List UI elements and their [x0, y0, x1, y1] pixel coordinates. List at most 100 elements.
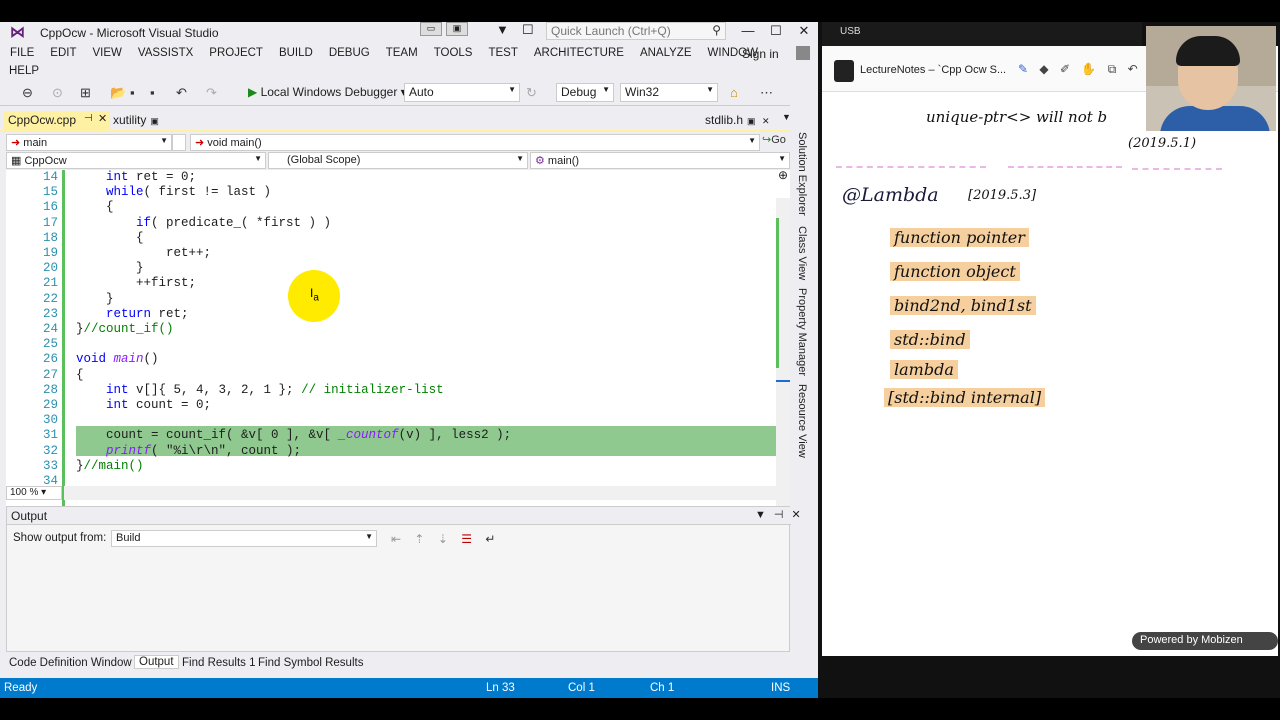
save-all-icon[interactable]: ▪ — [150, 85, 155, 100]
code-line: 23 return ret; — [6, 307, 776, 322]
filter-icon[interactable]: ▼ — [496, 22, 509, 37]
window-layout-icon[interactable]: ▭ — [420, 22, 442, 36]
tab-output[interactable]: Output — [134, 655, 179, 669]
menu-item-build[interactable]: BUILD — [279, 46, 313, 60]
project-dropdown[interactable]: ▦ CppOcw ▼ — [6, 152, 266, 169]
redo-icon[interactable]: ↷ — [206, 85, 217, 101]
editor-vertical-scrollbar[interactable] — [776, 198, 790, 506]
status-ready: Ready — [4, 682, 38, 694]
start-debugging-button[interactable]: ▶ Local Windows Debugger ▾ — [248, 85, 407, 99]
tab-xutility[interactable]: xutility ▣ — [113, 113, 159, 127]
toolbar-options-icon[interactable]: ⋯ — [760, 85, 773, 101]
tab-resource-view[interactable]: Resource View — [796, 384, 808, 458]
menu-item-edit[interactable]: EDIT — [50, 46, 76, 60]
editor-horizontal-scrollbar[interactable] — [64, 486, 776, 500]
close-tab-icon[interactable]: ✕ — [98, 112, 107, 125]
undo-icon[interactable]: ↶ — [176, 85, 187, 101]
member-dropdown[interactable]: ⚙ main() ▼ — [530, 152, 790, 169]
pin-icon[interactable]: ▣ — [150, 116, 159, 126]
code-editor[interactable]: 14 int ret = 0; 15 while( first != last )… — [6, 170, 790, 506]
new-project-icon[interactable]: ⊞ — [80, 85, 91, 101]
find-symbol-dropdown[interactable]: ➜ main ▼ — [6, 134, 172, 151]
tab-label: CppOcw.cpp — [8, 113, 77, 127]
menu-item-debug[interactable]: DEBUG — [329, 46, 370, 60]
find-split-button[interactable] — [172, 134, 186, 151]
marker-icon[interactable]: ✐ — [1060, 62, 1070, 76]
menu-item-view[interactable]: VIEW — [93, 46, 122, 60]
pen-icon[interactable]: ✎ — [1018, 62, 1028, 76]
save-icon[interactable]: ▪ — [130, 85, 135, 100]
sign-in-link[interactable]: Sign in — [742, 47, 779, 61]
menu-item-vassistx[interactable]: VASSISTX — [138, 46, 193, 60]
line-number: 22 — [42, 291, 58, 306]
tab-find-results-1[interactable]: Find Results 1 — [182, 657, 256, 669]
clear-all-icon[interactable]: ☰ — [461, 532, 472, 546]
status-column: Col 1 — [568, 682, 595, 694]
code-line: 22 } — [6, 292, 776, 307]
tab-code-definition-window[interactable]: Code Definition Window — [9, 657, 132, 669]
dropdown-icon[interactable]: ▼ — [755, 509, 766, 521]
menu-item-project[interactable]: PROJECT — [209, 46, 263, 60]
pin-icon[interactable]: ⊣ — [774, 509, 784, 521]
config-auto-value: Auto — [409, 85, 434, 99]
menu-item-help[interactable]: HELP — [9, 65, 39, 77]
word-wrap-icon[interactable]: ↵ — [485, 532, 495, 546]
pin-icon[interactable]: ⊣ — [84, 113, 93, 124]
minimize-button[interactable]: — — [734, 22, 762, 40]
build-config-dropdown[interactable]: Debug ▼ — [556, 83, 614, 102]
go-button[interactable]: ↪Go — [762, 133, 786, 146]
output-source-dropdown[interactable]: Build ▼ — [111, 530, 377, 547]
tab-class-view[interactable]: Class View — [796, 226, 808, 280]
scroll-change-marker — [776, 218, 779, 368]
menu-item-architecture[interactable]: ARCHITECTURE — [534, 46, 624, 60]
tab-overflow-icon[interactable]: ▼ — [782, 112, 791, 122]
go-to-location-icon[interactable]: ⇤ — [391, 532, 401, 546]
tab-solution-explorer[interactable]: Solution Explorer — [796, 132, 808, 216]
back-icon[interactable]: ⊖ — [22, 85, 33, 101]
line-number: 25 — [42, 337, 58, 352]
person-shirt — [1160, 106, 1270, 131]
forward-icon[interactable]: ⊙ — [52, 85, 63, 101]
title-toolbar: ▭ ▣ — [420, 22, 468, 36]
solution-config-dropdown[interactable]: Auto ▼ — [404, 83, 520, 102]
next-message-icon[interactable]: ⇣ — [438, 532, 448, 546]
undo-icon[interactable]: ↶ — [1128, 62, 1138, 76]
refresh-icon[interactable]: ↻ — [526, 85, 537, 101]
tab-cppocw-cpp[interactable]: CppOcw.cpp ⊣ ✕ — [4, 111, 110, 130]
line-number: 28 — [42, 382, 58, 397]
zoom-dropdown[interactable]: 100 % ▾ — [6, 486, 62, 500]
user-icon[interactable] — [796, 46, 810, 60]
close-button[interactable]: ✕ — [790, 22, 818, 40]
pin-icon[interactable]: ▣ — [747, 116, 756, 126]
tab-find-symbol-results[interactable]: Find Symbol Results — [258, 657, 363, 669]
code-text: }//main() — [76, 458, 144, 473]
maximize-button[interactable]: ☐ — [762, 22, 790, 40]
output-text-area[interactable] — [7, 553, 789, 651]
quick-launch-input[interactable]: Quick Launch (Ctrl+Q) ⚲ — [546, 22, 726, 40]
tab-stdlib-h[interactable]: stdlib.h ▣ ✕ — [705, 113, 770, 127]
feedback-icon[interactable]: ☐ — [522, 22, 534, 38]
code-text: { — [76, 367, 84, 382]
menu-item-team[interactable]: TEAM — [386, 46, 418, 60]
code-line: 28 int v[]{ 5, 4, 3, 2, 1 }; // initiali… — [6, 383, 776, 398]
hand-icon[interactable]: ✋ — [1081, 62, 1096, 76]
split-editor-icon[interactable]: ⊕ — [778, 168, 788, 182]
menu-item-tools[interactable]: TOOLS — [434, 46, 473, 60]
open-file-icon[interactable]: 📂 — [110, 85, 126, 101]
menu-item-file[interactable]: FILE — [10, 46, 34, 60]
close-icon[interactable]: ✕ — [791, 509, 800, 521]
prev-message-icon[interactable]: ⇡ — [414, 532, 424, 546]
bookmark-icon[interactable]: ⌂ — [730, 85, 738, 100]
code-text: int count = 0; — [106, 398, 212, 412]
platform-dropdown[interactable]: Win32 ▼ — [620, 83, 718, 102]
scope-dropdown[interactable]: (Global Scope) ▼ — [268, 152, 528, 169]
tab-property-manager[interactable]: Property Manager — [796, 288, 808, 376]
menu-item-test[interactable]: TEST — [488, 46, 517, 60]
screen-icon[interactable]: ▣ — [446, 22, 468, 36]
menu-item-analyze[interactable]: ANALYZE — [640, 46, 692, 60]
copy-icon[interactable]: ⧉ — [1108, 62, 1117, 76]
function-dropdown[interactable]: ➜ void main() ▼ — [190, 134, 760, 151]
close-tab-icon[interactable]: ✕ — [760, 116, 770, 126]
phone-status-bar: USB — [822, 22, 1142, 46]
eraser-icon[interactable]: ◆ — [1039, 62, 1048, 76]
